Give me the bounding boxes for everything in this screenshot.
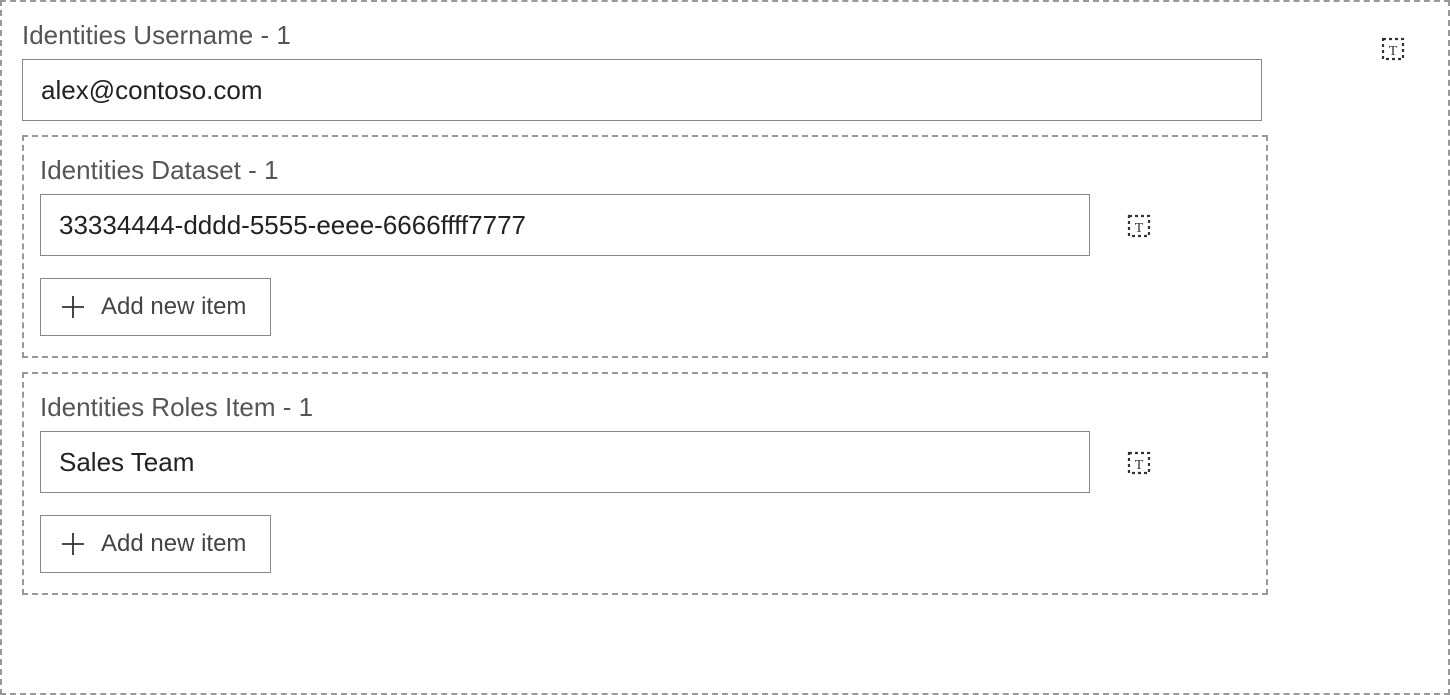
form-container: Identities Username - 1 T Identities Dat… — [0, 0, 1450, 695]
svg-text:T: T — [1389, 44, 1398, 59]
identities-dataset-section: Identities Dataset - 1 T Add new item — [22, 135, 1268, 358]
plus-icon — [59, 530, 87, 558]
identities-roles-input[interactable] — [40, 431, 1090, 493]
identities-roles-label: Identities Roles Item - 1 — [40, 392, 1250, 423]
identities-dataset-label: Identities Dataset - 1 — [40, 155, 1250, 186]
add-dataset-item-label: Add new item — [101, 293, 246, 321]
svg-text:T: T — [1135, 458, 1144, 473]
add-roles-item-label: Add new item — [101, 530, 246, 558]
identities-roles-section: Identities Roles Item - 1 T Add new item — [22, 372, 1268, 595]
dynamic-content-icon[interactable]: T — [1120, 207, 1156, 243]
identities-username-section: Identities Username - 1 T — [22, 20, 1428, 121]
identities-dataset-input[interactable] — [40, 194, 1090, 256]
dynamic-content-icon[interactable]: T — [1374, 30, 1410, 66]
add-dataset-item-button[interactable]: Add new item — [40, 278, 271, 336]
dynamic-content-icon[interactable]: T — [1120, 444, 1156, 480]
identities-username-label: Identities Username - 1 — [22, 20, 1428, 51]
plus-icon — [59, 293, 87, 321]
svg-text:T: T — [1135, 221, 1144, 236]
identities-username-input[interactable] — [22, 59, 1262, 121]
add-roles-item-button[interactable]: Add new item — [40, 515, 271, 573]
